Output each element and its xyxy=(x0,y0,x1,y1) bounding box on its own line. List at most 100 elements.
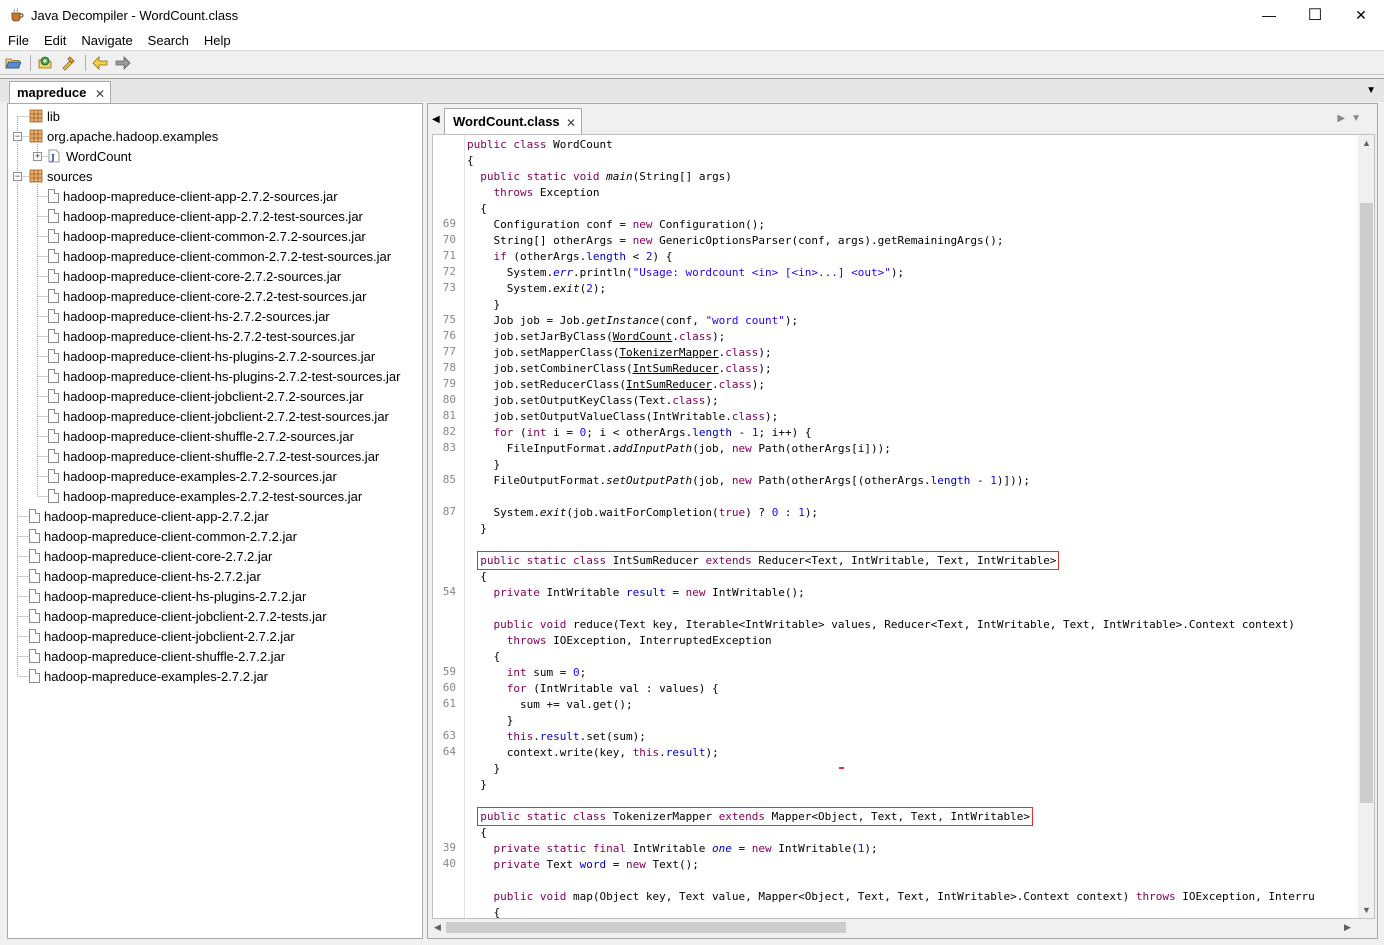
tree-item[interactable]: sources xyxy=(29,166,93,186)
tree-item[interactable]: hadoop-mapreduce-client-common-2.7.2-sou… xyxy=(48,226,366,246)
expand-toggle[interactable]: + xyxy=(33,152,42,161)
tree-item[interactable]: hadoop-mapreduce-client-hs-2.7.2-test-so… xyxy=(48,326,355,346)
window-title: Java Decompiler - WordCount.class xyxy=(31,7,239,23)
menu-search[interactable]: Search xyxy=(140,33,196,48)
file-icon xyxy=(48,189,59,203)
tree-item[interactable]: hadoop-mapreduce-client-hs-2.7.2-sources… xyxy=(48,306,330,326)
collapse-toggle[interactable]: − xyxy=(13,132,22,141)
tree-item[interactable]: hadoop-mapreduce-client-app-2.7.2-source… xyxy=(48,186,338,206)
horizontal-scroll-thumb[interactable] xyxy=(446,922,846,933)
open-file-icon[interactable] xyxy=(3,53,23,73)
search-icon[interactable] xyxy=(58,53,78,73)
tree-item[interactable]: org.apache.hadoop.examples xyxy=(29,126,218,146)
line-number: 64 xyxy=(442,745,456,758)
scroll-left-icon[interactable]: ◀ xyxy=(434,922,441,933)
tree-item[interactable]: hadoop-mapreduce-client-shuffle-2.7.2-so… xyxy=(48,426,354,446)
tree-item[interactable]: hadoop-mapreduce-client-hs-2.7.2.jar xyxy=(29,566,261,586)
file-icon xyxy=(48,369,59,383)
scroll-right-icon[interactable]: ▶ xyxy=(1344,922,1351,933)
forward-icon[interactable] xyxy=(113,53,133,73)
scroll-tabs-left-icon[interactable]: ◀ xyxy=(432,114,440,125)
code-line: System.exit(2); xyxy=(467,282,607,295)
back-icon[interactable] xyxy=(90,53,110,73)
tree-item[interactable]: hadoop-mapreduce-client-core-2.7.2.jar xyxy=(29,546,272,566)
horizontal-scrollbar[interactable]: ◀ ▶ xyxy=(432,919,1357,936)
tree-item[interactable]: lib xyxy=(29,106,60,126)
toolbar xyxy=(0,52,1384,75)
tree-item-label: hadoop-mapreduce-client-jobclient-2.7.2-… xyxy=(63,388,364,404)
maximize-button[interactable]: ☐ xyxy=(1292,0,1338,30)
toolbar-separator xyxy=(85,55,86,71)
tree-item[interactable]: hadoop-mapreduce-client-hs-plugins-2.7.2… xyxy=(48,346,375,366)
code-line: } xyxy=(467,458,501,471)
maximize-icon: ☐ xyxy=(1307,7,1323,24)
tab-wordcount-class[interactable]: WordCount.class ✕ xyxy=(444,108,582,134)
tree-item-label: hadoop-mapreduce-client-shuffle-2.7.2-te… xyxy=(63,448,380,464)
code-line: public void map(Object key, Text value, … xyxy=(493,890,1315,903)
file-icon xyxy=(29,509,40,523)
minimize-button[interactable]: — xyxy=(1246,0,1292,30)
tree-item[interactable]: hadoop-mapreduce-client-hs-plugins-2.7.2… xyxy=(48,366,400,386)
tree-item[interactable]: hadoop-mapreduce-examples-2.7.2-sources.… xyxy=(48,466,337,486)
line-number: 75 xyxy=(442,313,456,326)
code-line: Job job = Job.getInstance(conf, "word co… xyxy=(467,314,799,327)
close-tab-icon[interactable]: ✕ xyxy=(95,87,105,101)
menu-navigate[interactable]: Navigate xyxy=(73,33,139,48)
line-number: 39 xyxy=(442,841,456,854)
vertical-scroll-thumb[interactable] xyxy=(1360,203,1373,803)
collapse-toggle[interactable]: − xyxy=(13,172,22,181)
close-tab-icon[interactable]: ✕ xyxy=(566,116,576,130)
file-icon xyxy=(29,569,40,583)
tree-item-label: org.apache.hadoop.examples xyxy=(47,128,219,144)
tree-item[interactable]: hadoop-mapreduce-client-jobclient-2.7.2-… xyxy=(29,606,327,626)
tree-item[interactable]: hadoop-mapreduce-examples-2.7.2.jar xyxy=(29,666,268,686)
tree-item[interactable]: hadoop-mapreduce-client-jobclient-2.7.2-… xyxy=(48,406,389,426)
code-line: int sum = 0; xyxy=(506,666,587,679)
scroll-down-icon[interactable]: ▼ xyxy=(1362,905,1371,915)
line-number: 76 xyxy=(442,329,456,342)
code-line: String[] otherArgs = new GenericOptionsP… xyxy=(467,234,1004,247)
scroll-up-icon[interactable]: ▲ xyxy=(1362,138,1371,148)
package-icon xyxy=(29,169,43,183)
line-number: 54 xyxy=(442,585,456,598)
code-line: for (IntWritable val : values) { xyxy=(506,682,719,695)
file-icon xyxy=(29,589,40,603)
tree-item[interactable]: hadoop-mapreduce-client-app-2.7.2.jar xyxy=(29,506,269,526)
tree-item[interactable]: hadoop-mapreduce-client-hs-plugins-2.7.2… xyxy=(29,586,306,606)
tree-item[interactable]: hadoop-mapreduce-client-shuffle-2.7.2-te… xyxy=(48,446,379,466)
code-line: FileOutputFormat.setOutputPath(job, new … xyxy=(467,474,1030,487)
tree-item[interactable]: hadoop-mapreduce-client-common-2.7.2-tes… xyxy=(48,246,391,266)
line-number: 78 xyxy=(442,361,456,374)
tree-item[interactable]: hadoop-mapreduce-examples-2.7.2-test-sou… xyxy=(48,486,362,506)
scroll-tabs-right-icon[interactable]: ▶▼ xyxy=(1337,113,1367,124)
tree-item-label: hadoop-mapreduce-client-hs-plugins-2.7.2… xyxy=(63,368,401,384)
tab-mapreduce[interactable]: mapreduce ✕ xyxy=(9,81,111,103)
line-number: 71 xyxy=(442,249,456,262)
tree-item[interactable]: hadoop-mapreduce-client-common-2.7.2.jar xyxy=(29,526,297,546)
file-icon xyxy=(48,349,59,363)
tree-item[interactable]: J WordCount xyxy=(48,146,132,166)
tree-item[interactable]: hadoop-mapreduce-client-app-2.7.2-test-s… xyxy=(48,206,363,226)
menu-file[interactable]: File xyxy=(0,33,36,48)
code-editor[interactable]: 69 70 71 72 73 75 76 77 78 79 80 81 82 83 85 87 54 59 60 61… xyxy=(432,134,1375,919)
code-line: job.setJarByClass(WordCount.class); xyxy=(467,330,726,343)
vertical-scrollbar[interactable]: ▲ ▼ xyxy=(1358,135,1374,918)
tab-list-dropdown-icon[interactable]: ▼ xyxy=(1366,85,1376,96)
tree-item-label: hadoop-mapreduce-client-hs-plugins-2.7.2… xyxy=(44,588,307,604)
menu-help[interactable]: Help xyxy=(196,33,238,48)
tree-item[interactable]: hadoop-mapreduce-client-shuffle-2.7.2.ja… xyxy=(29,646,285,666)
tree-item[interactable]: hadoop-mapreduce-client-jobclient-2.7.2.… xyxy=(29,626,295,646)
outer-tab-bar: mapreduce ✕ ▼ xyxy=(0,78,1384,103)
code-line: { xyxy=(467,202,487,215)
tree-item[interactable]: hadoop-mapreduce-client-jobclient-2.7.2-… xyxy=(48,386,364,406)
toolbar-separator xyxy=(30,55,31,71)
open-type-icon[interactable] xyxy=(35,53,55,73)
line-number: 70 xyxy=(442,233,456,246)
line-number: 81 xyxy=(442,409,456,422)
tree-item[interactable]: hadoop-mapreduce-client-core-2.7.2-sourc… xyxy=(48,266,341,286)
tree-item-label: hadoop-mapreduce-client-hs-2.7.2-sources… xyxy=(63,308,330,324)
close-window-button[interactable]: ✕ xyxy=(1338,0,1384,30)
menu-edit[interactable]: Edit xyxy=(36,33,73,48)
tree-item[interactable]: hadoop-mapreduce-client-core-2.7.2-test-… xyxy=(48,286,366,306)
file-icon xyxy=(48,429,59,443)
